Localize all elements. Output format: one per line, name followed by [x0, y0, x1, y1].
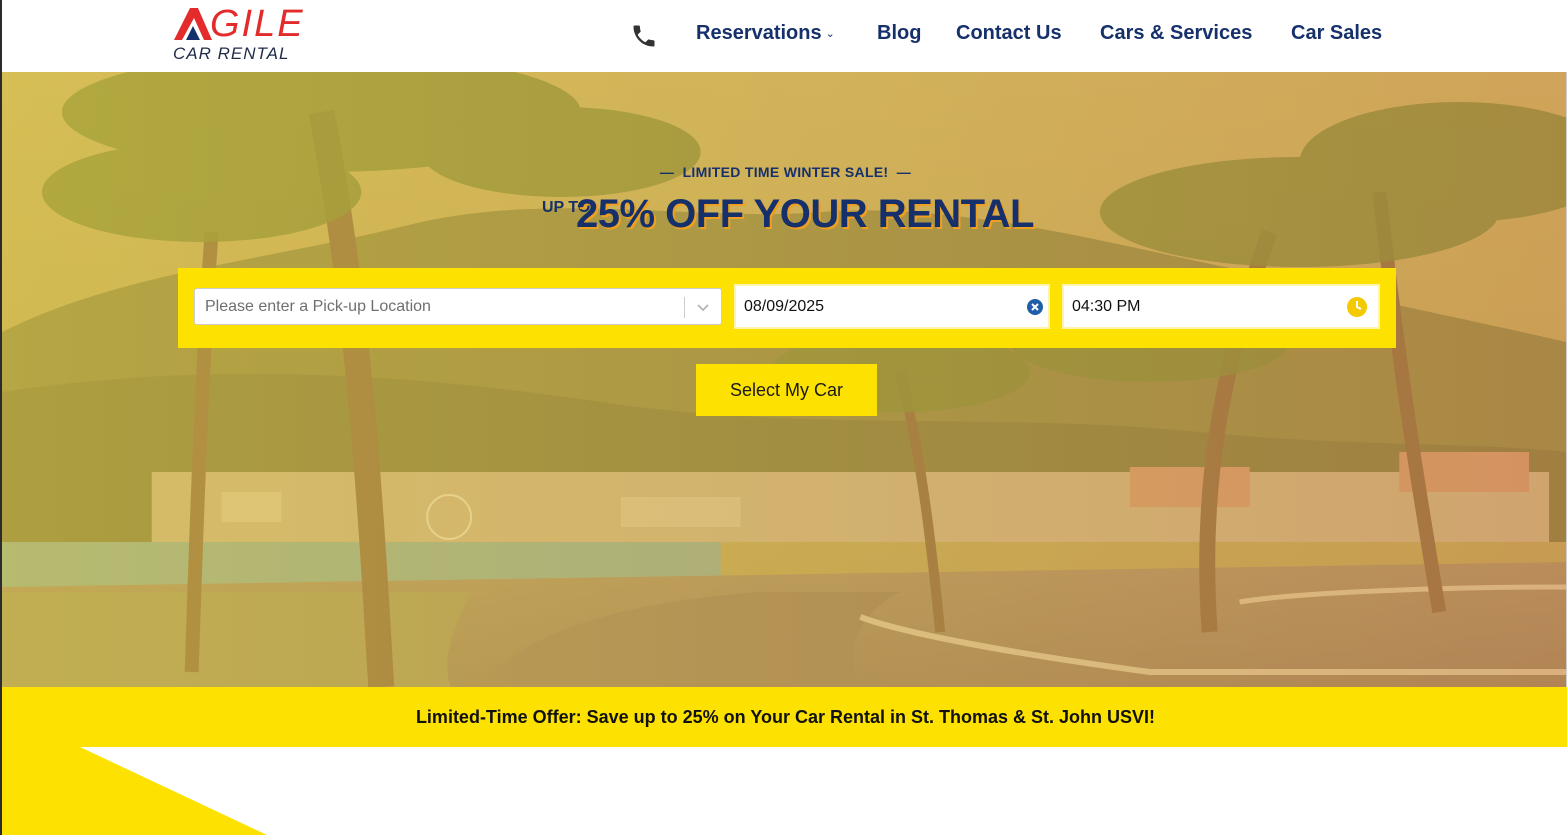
offer-text: Limited-Time Offer: Save up to 25% on Yo…	[415, 707, 1156, 727]
decorative-yellow-wedge	[2, 747, 267, 835]
eyebrow-dash-left: —	[659, 164, 675, 180]
booking-search-box: Please enter a Pick-up Location 08/09/20…	[178, 268, 1396, 348]
headline-text: 25% OFF YOUR RENTAL	[576, 192, 1034, 236]
nav-car-sales[interactable]: Car Sales	[1291, 22, 1382, 45]
sale-eyebrow: — LIMITED TIME WINTER SALE! —	[2, 164, 1566, 180]
select-my-car-button[interactable]: Select My Car	[696, 364, 877, 416]
below-section	[0, 747, 1567, 835]
phone-icon[interactable]	[630, 22, 658, 50]
pickup-location-select[interactable]: Please enter a Pick-up Location	[194, 288, 722, 325]
nav-reservations-label: Reservations	[696, 22, 822, 44]
chevron-down-icon: ⌄	[825, 28, 835, 40]
upto-label: UP TO	[542, 199, 591, 216]
nav-cars-services[interactable]: Cars & Services	[1100, 22, 1252, 45]
logo-a-mark-icon	[174, 8, 212, 40]
clear-icon[interactable]	[1026, 298, 1044, 316]
pickup-date-value: 08/09/2025	[744, 298, 825, 315]
pickup-time-value: 04:30 PM	[1072, 298, 1141, 315]
offer-banner: Limited-Time Offer: Save up to 25% on Yo…	[0, 687, 1567, 747]
chevron-down-icon[interactable]	[695, 297, 711, 317]
nav-blog[interactable]: Blog	[877, 22, 921, 45]
pickup-location-placeholder: Please enter a Pick-up Location	[205, 298, 431, 315]
eyebrow-dash-right: —	[896, 164, 912, 180]
clock-icon[interactable]	[1346, 296, 1368, 318]
nav-contact-us[interactable]: Contact Us	[956, 22, 1062, 45]
pickup-time-field[interactable]: 04:30 PM	[1062, 284, 1380, 329]
logo[interactable]: GILE CAR RENTAL	[172, 3, 317, 64]
site-header: GILE CAR RENTAL Reservations ⌄ Blog Conta…	[0, 0, 1567, 72]
nav-reservations[interactable]: Reservations ⌄	[696, 22, 835, 45]
logo-wordmark: GILE	[210, 3, 305, 45]
logo-subtitle: CAR RENTAL	[173, 44, 290, 63]
select-separator	[684, 297, 685, 318]
eyebrow-text: LIMITED TIME WINTER SALE!	[682, 164, 889, 180]
pickup-date-field[interactable]: 08/09/2025	[734, 284, 1050, 329]
hero-section: — LIMITED TIME WINTER SALE! — UP TO 25% …	[0, 72, 1567, 687]
